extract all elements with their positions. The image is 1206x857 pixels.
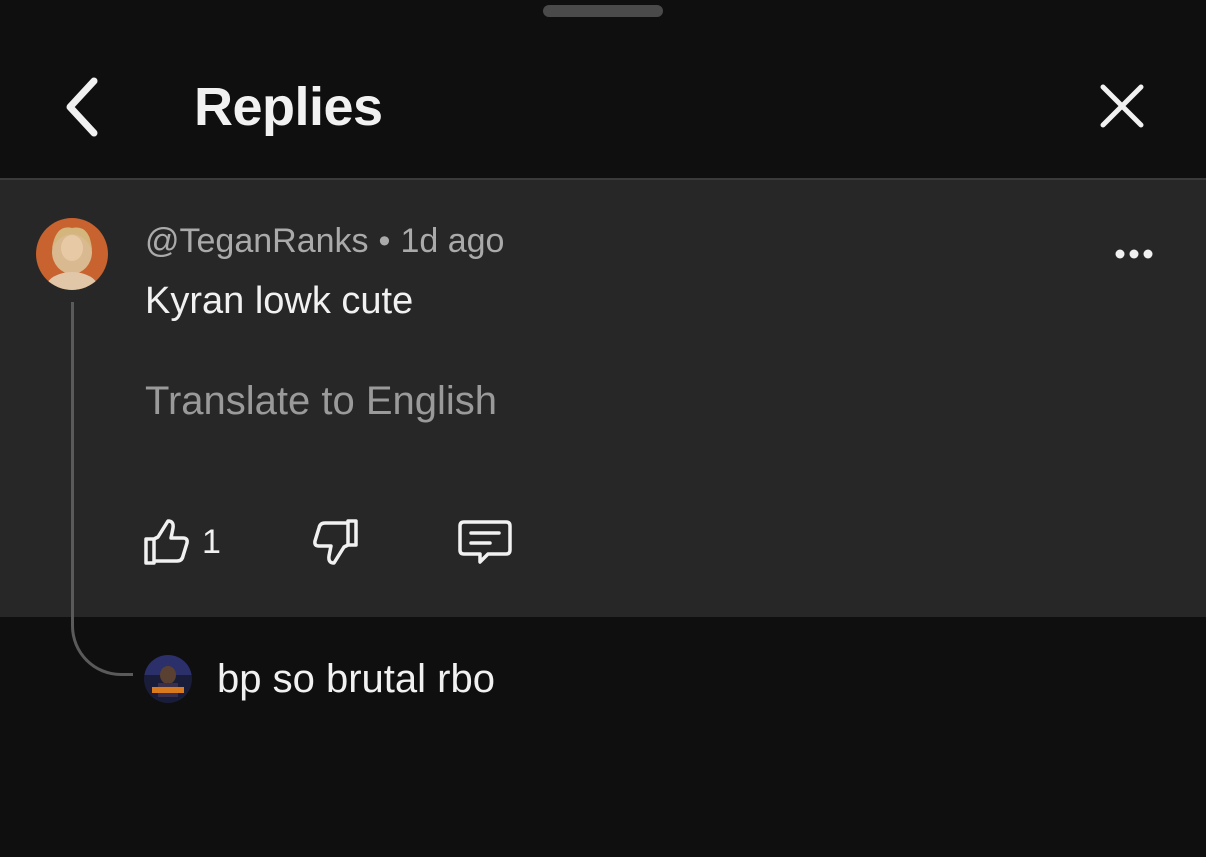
dislike-button[interactable] (310, 516, 362, 568)
close-icon (1100, 84, 1144, 128)
thumbs-down-icon (313, 519, 358, 565)
comment-author[interactable]: @TeganRanks (145, 222, 369, 260)
reply-button[interactable] (456, 516, 514, 568)
reply-item[interactable]: bp so brutal rbo (144, 654, 495, 704)
chevron-left-icon (66, 77, 98, 137)
like-button[interactable]: 1 (140, 516, 221, 568)
comment-text: Kyran lowk cute (145, 280, 414, 322)
thread-connector-line (71, 302, 133, 676)
reply-avatar-image (144, 655, 192, 703)
reply-comment-icon (458, 520, 512, 564)
like-count: 1 (202, 522, 221, 561)
comment-actions: 1 (140, 516, 560, 576)
drag-handle[interactable] (543, 5, 663, 17)
more-horizontal-icon (1115, 249, 1153, 259)
comment-meta: @TeganRanks • 1d ago (145, 222, 504, 261)
comment-time: 1d ago (400, 222, 505, 260)
close-button[interactable] (1090, 74, 1154, 138)
translate-link[interactable]: Translate to English (145, 379, 497, 424)
reply-avatar[interactable] (144, 655, 192, 703)
parent-comment: @TeganRanks • 1d ago Kyran lowk cute Trans… (0, 180, 1206, 617)
back-button[interactable] (52, 72, 112, 142)
reply-text: bp so brutal rbo (217, 656, 495, 701)
meta-separator: • (378, 222, 391, 260)
page-title: Replies (194, 77, 383, 137)
avatar[interactable] (36, 218, 108, 290)
avatar-image (36, 218, 108, 290)
thumbs-up-icon (144, 519, 189, 565)
replies-header: Replies (0, 20, 1206, 178)
more-options-button[interactable] (1104, 234, 1164, 274)
replies-sheet: Replies @TeganRanks • 1d ago Kyran lowk … (0, 0, 1206, 857)
